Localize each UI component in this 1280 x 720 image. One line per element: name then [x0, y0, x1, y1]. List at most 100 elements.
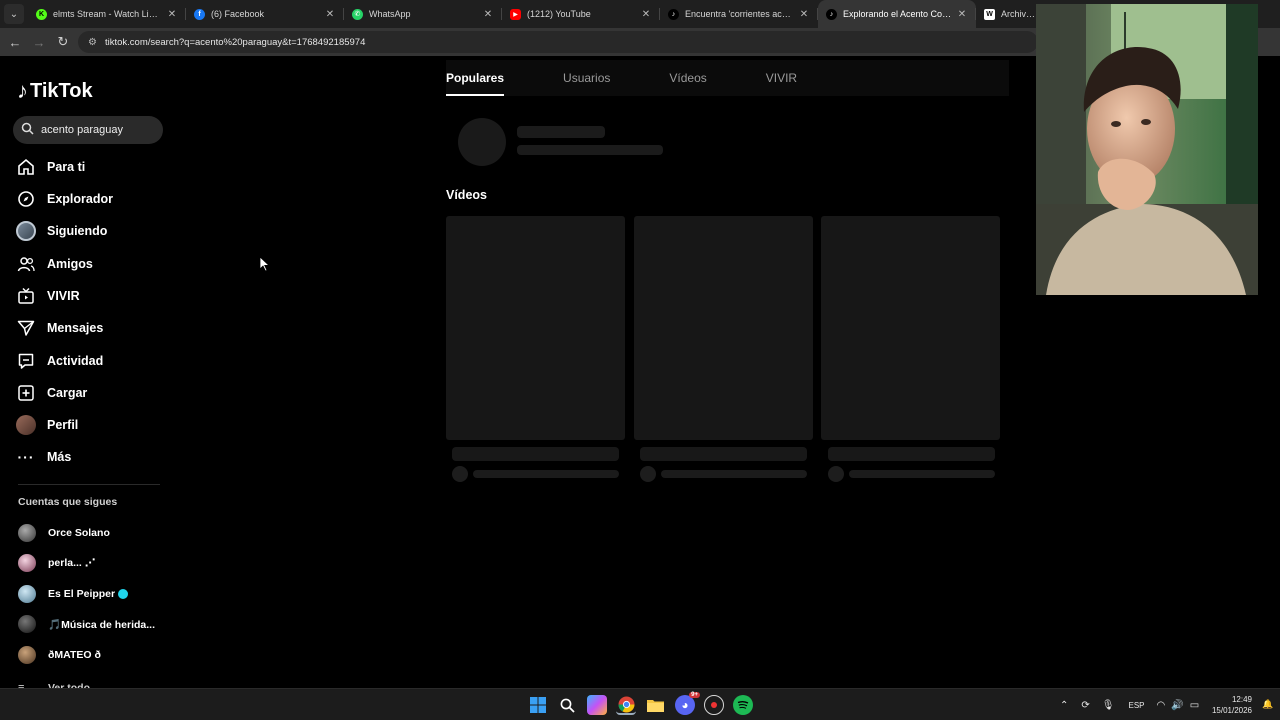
video-caption-skeleton: [828, 447, 995, 461]
video-author-skeleton: [849, 470, 995, 478]
nav-label: Amigos: [47, 257, 93, 271]
nav-item-actividad[interactable]: Actividad: [16, 349, 103, 373]
tab-usuarios[interactable]: Usuarios: [563, 60, 610, 96]
nav-label: Explorador: [47, 192, 113, 206]
browser-tab-title: (6) Facebook: [211, 9, 265, 19]
close-icon[interactable]: ✕: [798, 9, 810, 20]
account-name: 🎵Música de herida...: [48, 618, 156, 631]
url-text: tiktok.com/search?q=acento%20paraguay&t=…: [104, 36, 366, 48]
tab-videos[interactable]: Vídeos: [669, 60, 706, 96]
game-launcher-icon[interactable]: [704, 695, 724, 715]
nav-item-mensajes[interactable]: Mensajes: [16, 316, 103, 340]
windows-taskbar: ◕ 9+ ⌃ ⟳ 🎙 ESP ◠ 🔊 ▭ 12:49 15/01/2026 🔔: [0, 688, 1280, 720]
browser-tab[interactable]: K elmts Stream - Watch Live on K ✕: [28, 0, 186, 28]
video-card-skeleton[interactable]: [446, 216, 625, 440]
user-result-skeleton-name: [517, 126, 605, 138]
following-account[interactable]: 🎵Música de herida...: [18, 614, 155, 634]
video-author-skeleton: [473, 470, 619, 478]
close-icon[interactable]: ✕: [166, 9, 178, 20]
tab-vivir[interactable]: VIVIR: [766, 60, 797, 96]
webcam-overlay: [1036, 4, 1258, 295]
close-icon[interactable]: ✕: [482, 9, 494, 20]
browser-tab-title: (1212) YouTube: [527, 9, 591, 19]
video-card-skeleton[interactable]: [634, 216, 813, 440]
tiktok-logo[interactable]: ♪ TikTok: [17, 78, 93, 104]
nav-item-amigos[interactable]: Amigos: [16, 252, 93, 276]
tab-populares[interactable]: Populares: [446, 60, 505, 96]
file-explorer-icon[interactable]: [645, 695, 665, 715]
tiktok-note-icon: ♪: [17, 78, 28, 103]
clock-time: 12:49: [1231, 695, 1252, 704]
site-settings-icon[interactable]: ⚙: [88, 37, 97, 48]
following-account[interactable]: ðMATEO ð: [18, 645, 101, 665]
sync-icon[interactable]: ⟳: [1081, 700, 1089, 711]
close-icon[interactable]: ✕: [956, 9, 968, 20]
video-author-skeleton: [661, 470, 807, 478]
nav-item-perfil[interactable]: Perfil: [16, 413, 78, 437]
tab-search-menu-button[interactable]: ⌄: [4, 4, 24, 24]
search-result-tabs: Populares Usuarios Vídeos VIVIR: [446, 60, 1009, 96]
clock-date: 15/01/2026: [1211, 706, 1252, 715]
following-section-title: Cuentas que sigues: [18, 496, 118, 508]
address-bar[interactable]: ⚙ tiktok.com/search?q=acento%20paraguay&…: [78, 31, 1038, 53]
avatar: [18, 524, 36, 542]
whatsapp-favicon-icon: ✆: [352, 8, 363, 20]
send-icon: [16, 318, 36, 338]
browser-tab[interactable]: ✆ WhatsApp ✕: [344, 0, 502, 28]
user-result-skeleton-avatar: [458, 118, 506, 166]
battery-icon[interactable]: ▭: [1190, 700, 1199, 711]
nav-item-siguiendo[interactable]: Siguiendo: [16, 219, 107, 243]
close-icon[interactable]: ✕: [640, 9, 652, 20]
browser-tab-active[interactable]: ♪ Explorando el Acento Correntin ✕: [818, 0, 976, 28]
video-author-avatar-skeleton: [640, 466, 656, 482]
compass-icon: [16, 189, 36, 209]
kick-favicon-icon: K: [36, 8, 47, 20]
windows-start-icon[interactable]: [528, 695, 548, 715]
wifi-icon[interactable]: ◠: [1157, 700, 1166, 711]
browser-tab[interactable]: ▶ (1212) YouTube ✕: [502, 0, 660, 28]
following-account[interactable]: perla... ⋰: [18, 553, 95, 573]
nav-item-explorador[interactable]: Explorador: [16, 187, 113, 211]
copilot-icon[interactable]: [587, 695, 607, 715]
avatar: [18, 615, 36, 633]
profile-avatar-icon: [16, 415, 36, 435]
facebook-favicon-icon: f: [194, 8, 205, 20]
volume-icon[interactable]: 🔊: [1171, 700, 1183, 711]
forward-arrow-icon[interactable]: →: [27, 35, 51, 50]
browser-tab[interactable]: f (6) Facebook ✕: [186, 0, 344, 28]
following-account[interactable]: Es El Peipper: [18, 584, 129, 604]
video-caption-skeleton: [452, 447, 619, 461]
nav-item-vivir[interactable]: VIVIR: [16, 284, 80, 308]
microphone-icon[interactable]: 🎙: [1102, 700, 1115, 711]
more-icon: ···: [17, 449, 35, 465]
discord-icon[interactable]: ◕ 9+: [675, 692, 700, 715]
spotify-icon[interactable]: [733, 695, 753, 715]
home-icon: [16, 157, 36, 177]
account-name: ðMATEO ð: [48, 649, 101, 661]
account-name: perla... ⋰: [48, 557, 96, 569]
youtube-favicon-icon: ▶: [510, 8, 521, 20]
back-arrow-icon[interactable]: ←: [3, 35, 27, 50]
nav-item-mas[interactable]: ··· Más: [16, 445, 72, 469]
search-icon[interactable]: [557, 695, 577, 715]
verified-badge-icon: [118, 589, 129, 599]
taskbar-clock[interactable]: 12:49 15/01/2026: [1212, 694, 1252, 716]
nav-label: Para ti: [47, 160, 86, 174]
chevron-up-icon[interactable]: ⌃: [1060, 700, 1068, 711]
video-card-skeleton[interactable]: [821, 216, 1000, 440]
chrome-icon[interactable]: [616, 695, 636, 715]
nav-item-cargar[interactable]: Cargar: [16, 381, 87, 405]
browser-tab[interactable]: ♪ Encuentra 'corrientes acentop ✕: [660, 0, 818, 28]
close-icon[interactable]: ✕: [324, 9, 336, 20]
nav-label: Cargar: [47, 386, 88, 400]
system-tray: ⌃ ⟳ 🎙 ESP ◠ 🔊 ▭: [1060, 689, 1199, 720]
live-icon: [16, 286, 36, 306]
nav-item-para-ti[interactable]: Para ti: [16, 155, 85, 179]
language-indicator[interactable]: ESP: [1128, 701, 1144, 710]
browser-tab-title: ArchivosMa: [1001, 9, 1038, 19]
following-account[interactable]: Orce Solano: [18, 523, 110, 543]
notification-bell-icon[interactable]: 🔔: [1262, 699, 1273, 709]
search-input[interactable]: acento paraguay: [13, 116, 163, 144]
reload-icon[interactable]: ↻: [51, 34, 75, 50]
browser-tab-title: elmts Stream - Watch Live on K: [53, 9, 162, 19]
